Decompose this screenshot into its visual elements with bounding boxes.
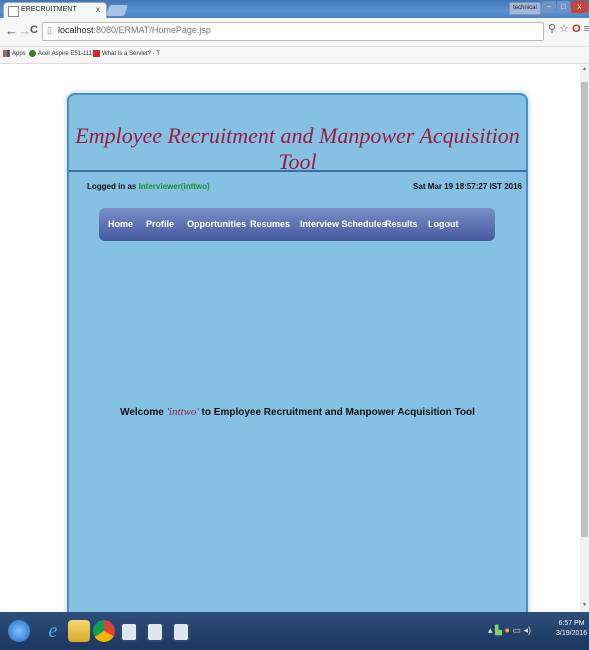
window-user-badge[interactable]: technical (509, 2, 541, 15)
new-tab-button[interactable] (105, 5, 129, 16)
close-window-button[interactable]: x (571, 1, 588, 13)
volume-icon[interactable]: ◂) (523, 625, 531, 635)
nav-logout[interactable]: Logout (428, 219, 459, 229)
title-divider (69, 170, 526, 172)
apps-grid-icon (3, 50, 10, 57)
app-window-icon-3[interactable] (172, 622, 190, 642)
bookmark-apps[interactable]: Apps (3, 50, 26, 57)
minimize-button[interactable]: – (542, 1, 556, 13)
scroll-thumb[interactable] (581, 82, 588, 537)
bookmark-acer[interactable]: Acer Aspire E51-111 (29, 50, 92, 57)
internet-explorer-icon[interactable]: e (42, 620, 64, 642)
key-icon[interactable]: ⚲ (548, 23, 556, 35)
nav-home[interactable]: Home (108, 219, 133, 229)
toolbar-right-icons: ⚲ ☆ O ≡ (548, 22, 589, 35)
acer-logo-icon (29, 50, 36, 57)
servlet-site-icon (93, 50, 100, 57)
page-viewport: Employee Recruitment and Manpower Acquis… (0, 64, 580, 612)
power-icon[interactable]: ● (504, 625, 509, 635)
start-button-icon[interactable] (8, 620, 30, 642)
tab-title: ERECRUITMENT (21, 6, 77, 13)
address-toolbar: ← → C ▯ localhost:8080/ERMAT/HomePage.js… (0, 18, 589, 47)
welcome-message: Welcome 'inttwo' to Employee Recruitment… (120, 406, 475, 418)
page-info-icon[interactable]: ▯ (47, 25, 52, 36)
nav-profile[interactable]: Profile (146, 219, 174, 229)
bookmarks-bar: Apps Acer Aspire E51-111 What Is a Servl… (0, 47, 589, 64)
app-window-icon-2[interactable] (146, 622, 164, 642)
tray-expand-icon[interactable]: ▴ (488, 625, 493, 635)
page-title: Employee Recruitment and Manpower Acquis… (75, 123, 520, 174)
bookmark-star-icon[interactable]: ☆ (559, 23, 569, 35)
app-window-icon[interactable] (120, 622, 138, 642)
nav-resumes[interactable]: Resumes (250, 219, 290, 229)
clock-time: 6:57 PM (558, 620, 585, 627)
scroll-down-icon[interactable]: ▼ (582, 602, 587, 608)
file-explorer-icon[interactable] (68, 620, 90, 642)
maximize-button[interactable]: □ (557, 1, 570, 13)
scroll-up-icon[interactable]: ▲ (582, 66, 587, 72)
back-arrow-icon[interactable]: ← (5, 23, 18, 38)
menu-icon[interactable]: ≡ (584, 23, 589, 35)
url-text: localhost:8080/ERMAT/HomePage.jsp (58, 25, 211, 35)
network-icon[interactable]: ▙ (495, 625, 502, 635)
system-clock[interactable]: 6:57 PM 3/19/2016 (556, 619, 587, 639)
tab-close-icon[interactable]: x (96, 5, 100, 14)
nav-results[interactable]: Results (385, 219, 418, 229)
clock-date: 3/19/2016 (556, 630, 588, 637)
url-input[interactable]: ▯ localhost:8080/ERMAT/HomePage.jsp (42, 22, 544, 41)
page-scrollbar[interactable]: ▲ ▼ (580, 64, 589, 612)
system-tray: ▴ ▙ ● ▭ ◂) (488, 625, 531, 636)
nav-opportunities[interactable]: Opportunities (187, 219, 246, 229)
bookmark-servlet[interactable]: What Is a Servlet? - T (93, 50, 160, 57)
reload-icon[interactable]: C (30, 24, 38, 36)
action-center-icon[interactable]: ▭ (512, 625, 521, 635)
logged-in-user: Interviewer(inttwo) (138, 182, 210, 191)
main-nav: Home Profile Opportunities Resumes Inter… (99, 208, 495, 241)
windows-taskbar: e ▴ ▙ ● ▭ ◂) 6:57 PM 3/19/2016 (0, 612, 589, 650)
page-favicon-icon (8, 6, 19, 17)
current-datetime: Sat Mar 19 18:57:27 IST 2016 (413, 182, 522, 191)
login-status: Logged in as Interviewer(inttwo) (87, 182, 210, 191)
chrome-icon[interactable] (93, 620, 115, 642)
browser-tab[interactable]: ERECRUITMENT x (3, 2, 107, 19)
browser-titlebar: ERECRUITMENT x technical – □ x (0, 0, 589, 19)
opera-extension-icon[interactable]: O (572, 23, 581, 35)
main-panel: Employee Recruitment and Manpower Acquis… (67, 93, 528, 612)
welcome-username: 'inttwo' (166, 406, 199, 418)
nav-interview-schedules[interactable]: Interview Schedules (300, 219, 387, 229)
